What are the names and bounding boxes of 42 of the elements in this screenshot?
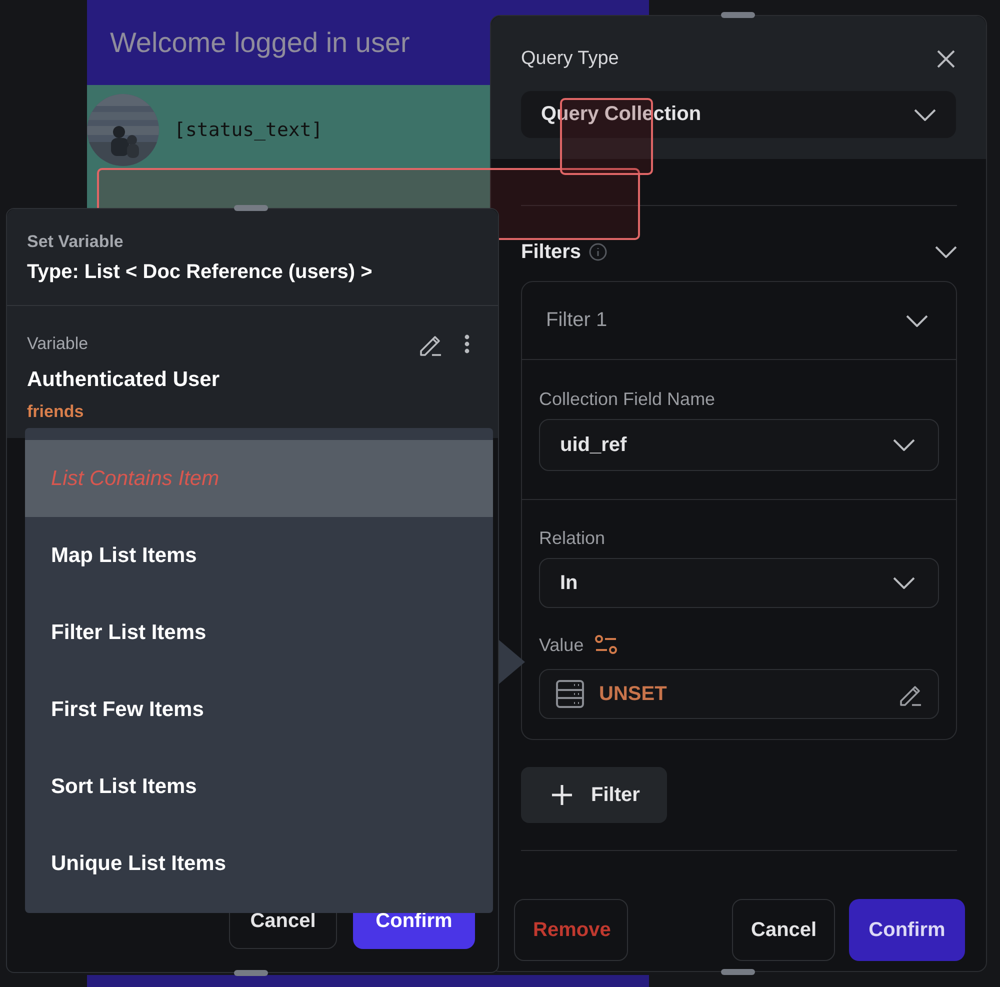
chevron-down-icon xyxy=(914,108,936,120)
drag-handle[interactable] xyxy=(721,969,755,975)
variable-name: Authenticated User xyxy=(27,368,221,392)
panel-title: Query Type xyxy=(521,47,619,71)
add-filter-button[interactable]: Filter xyxy=(521,767,667,823)
field-label: Collection Field Name xyxy=(539,388,716,410)
database-icon xyxy=(555,679,585,709)
info-icon xyxy=(589,243,608,261)
sliders-icon[interactable] xyxy=(594,634,618,656)
field-label: Relation xyxy=(539,527,606,549)
drag-handle[interactable] xyxy=(234,970,268,976)
chevron-down-icon[interactable] xyxy=(906,314,928,326)
variable-field: friends xyxy=(27,402,470,422)
drag-handle[interactable] xyxy=(721,12,755,18)
value-text: UNSET xyxy=(599,682,668,706)
chevron-down-icon[interactable] xyxy=(935,246,957,258)
cancel-button[interactable]: Cancel xyxy=(732,899,835,961)
variable-label: Variable xyxy=(27,334,88,354)
relation-dropdown[interactable]: In xyxy=(539,558,939,608)
field-label: Value xyxy=(539,634,584,656)
dropdown-value: In xyxy=(560,572,578,594)
app-title: Welcome logged in user xyxy=(110,26,410,58)
section-title: Filters xyxy=(521,240,582,264)
popover-pointer xyxy=(499,640,525,684)
menu-item[interactable]: Map List Items xyxy=(25,517,493,594)
close-icon[interactable] xyxy=(936,49,956,69)
chevron-down-icon xyxy=(893,439,915,451)
menu-item[interactable]: First Few Items xyxy=(25,671,493,748)
confirm-button[interactable]: Confirm xyxy=(849,899,965,961)
field-dropdown[interactable]: uid_ref xyxy=(539,419,939,471)
menu-item[interactable]: Filter List Items xyxy=(25,594,493,671)
chevron-down-icon xyxy=(893,577,915,589)
menu-item[interactable]: Sort List Items xyxy=(25,748,493,825)
dropdown-value: uid_ref xyxy=(560,434,627,456)
type-label: Type: List < Doc Reference (users) > xyxy=(27,260,374,285)
value-field[interactable]: UNSET xyxy=(539,669,939,719)
more-icon[interactable] xyxy=(464,334,470,354)
panel-heading: Set Variable xyxy=(27,231,124,253)
plus-icon xyxy=(551,784,573,806)
status-text: [status_text] xyxy=(174,119,323,141)
filter-title: Filter 1 xyxy=(546,309,608,332)
drag-handle[interactable] xyxy=(234,205,268,211)
